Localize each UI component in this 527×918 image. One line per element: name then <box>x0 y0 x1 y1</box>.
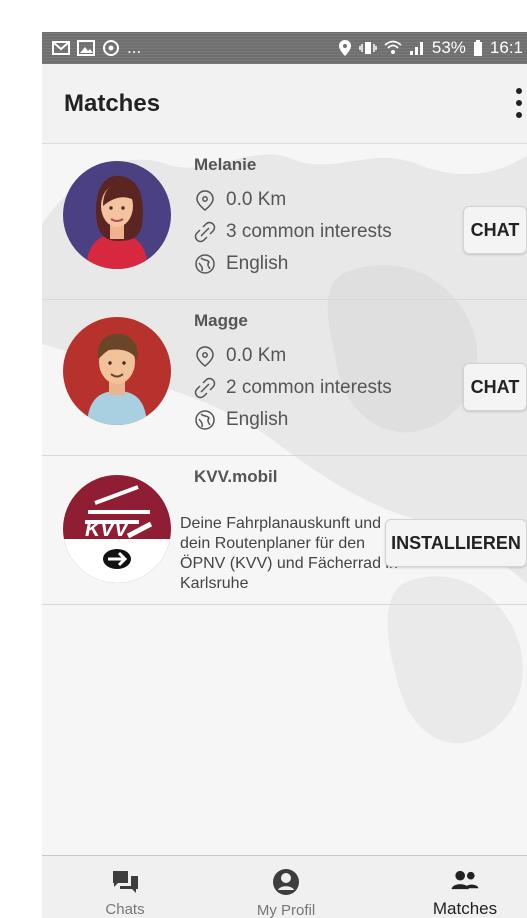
language-text: English <box>226 409 289 430</box>
distance-text: 0.0 Km <box>226 345 287 366</box>
language-detail: English <box>194 253 288 275</box>
nav-label-chats: Chats <box>105 901 145 918</box>
language-globe-icon <box>195 410 215 430</box>
menu-dot <box>516 112 522 118</box>
kvv-logo: KVV <box>63 475 171 583</box>
distance-detail: 0.0 Km <box>194 345 286 367</box>
interests-detail: 3 common interests <box>194 221 392 243</box>
app-bar: Matches <box>42 64 527 144</box>
nav-chats[interactable]: Chats <box>85 856 165 918</box>
match-name: Melanie <box>194 155 257 174</box>
user-icon <box>273 869 299 895</box>
matches-list: Melanie 0.0 Km 3 common interests Englis… <box>42 144 527 605</box>
avatar-melanie <box>63 161 171 269</box>
interests-text: 2 common interests <box>226 377 392 398</box>
vibrate-icon <box>359 40 377 56</box>
image-icon <box>77 40 95 56</box>
app-screen: Matches Melanie 0.0 Km 3 common interest… <box>42 64 527 918</box>
location-icon <box>338 39 352 57</box>
language-text: English <box>226 253 289 274</box>
status-left: ... <box>52 38 141 58</box>
location-pin-icon <box>196 190 214 211</box>
ad-description: Deine Fahrplanauskunft und dein Routenpl… <box>180 515 398 592</box>
interests-text: 3 common interests <box>226 221 392 242</box>
link-icon <box>194 221 216 243</box>
language-globe-icon <box>195 254 215 274</box>
clock: 16:1 <box>489 38 523 57</box>
chat-button[interactable]: CHAT <box>463 363 527 411</box>
nav-matches[interactable]: Matches <box>420 856 510 918</box>
language-detail: English <box>194 409 288 431</box>
status-right: 53% 16:1 <box>338 38 523 58</box>
signal-icon <box>409 40 425 56</box>
location-pin-icon <box>196 346 214 367</box>
overflow-menu-button[interactable] <box>511 86 527 120</box>
mail-icon <box>52 40 70 56</box>
nav-my-profil[interactable]: My Profil <box>244 856 328 918</box>
nav-label-my-profil: My Profil <box>256 902 316 918</box>
menu-dot <box>516 100 522 106</box>
ad-row-kvv[interactable]: KVV KVV.mobil Deine Fahrplanauskunft und… <box>42 456 527 605</box>
match-row-magge[interactable]: Magge 0.0 Km 2 common interests English … <box>42 300 527 456</box>
link-icon <box>194 377 216 399</box>
battery-percent: 53% <box>431 38 466 57</box>
avatar-magge <box>63 317 171 425</box>
install-button[interactable]: INSTALLIEREN <box>385 519 527 567</box>
status-bar: ... 53% 16:1 <box>42 32 527 64</box>
chat-icon <box>112 871 138 893</box>
svg-text:KVV: KVV <box>85 518 130 541</box>
distance-text: 0.0 Km <box>226 189 287 210</box>
bottom-navigation: Chats My Profil Matches <box>42 855 527 918</box>
match-name: Magge <box>194 311 248 330</box>
interests-detail: 2 common interests <box>194 377 392 399</box>
distance-detail: 0.0 Km <box>194 189 286 211</box>
more-notifications-icon: ... <box>127 38 142 57</box>
battery-icon <box>473 39 483 57</box>
page-title: Matches <box>64 89 161 117</box>
target-icon <box>102 39 120 57</box>
nav-label-matches: Matches <box>432 899 498 918</box>
wifi-icon <box>384 40 402 56</box>
chat-button[interactable]: CHAT <box>463 206 527 254</box>
menu-dot <box>516 88 522 94</box>
ad-name: KVV.mobil <box>194 467 278 486</box>
group-icon <box>451 870 479 890</box>
match-row-melanie[interactable]: Melanie 0.0 Km 3 common interests Englis… <box>42 144 527 300</box>
